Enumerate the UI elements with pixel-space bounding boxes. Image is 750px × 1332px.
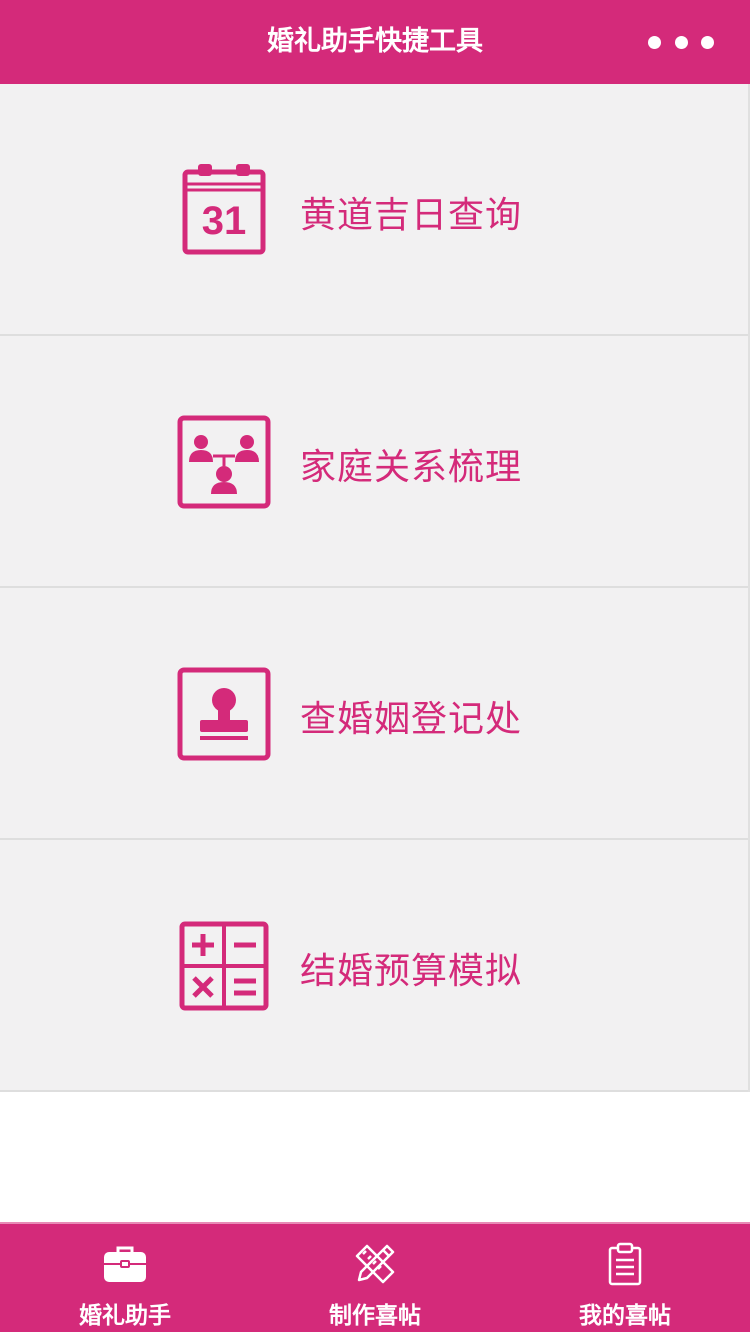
- more-menu-button[interactable]: [648, 34, 714, 50]
- more-dot-icon: [674, 35, 688, 49]
- tab-make-invitation[interactable]: 制作喜帖: [250, 1224, 500, 1332]
- bottom-tab-bar: 婚礼助手 制作喜帖 我的喜帖: [0, 1222, 750, 1332]
- tab-wedding-assistant[interactable]: 婚礼助手: [0, 1224, 250, 1332]
- menu-item-marriage-registry[interactable]: 查婚姻登记处: [0, 588, 748, 840]
- menu-item-wedding-budget[interactable]: 结婚预算模拟: [0, 840, 748, 1092]
- family-tree-icon: [177, 415, 271, 509]
- calculator-icon: [179, 921, 269, 1011]
- tab-label: 婚礼助手: [79, 1303, 171, 1329]
- calendar-day-number: 31: [202, 199, 247, 243]
- tab-label: 制作喜帖: [329, 1303, 421, 1329]
- title-bar: 婚礼助手快捷工具: [0, 0, 750, 84]
- page-title: 婚礼助手快捷工具: [267, 26, 483, 57]
- menu-item-label: 黄道吉日查询: [300, 195, 523, 236]
- tool-menu: 31 黄道吉日查询 家庭关系梳理 查婚姻登记处 结婚预算模拟: [0, 84, 750, 1092]
- stamp-icon: [177, 667, 271, 761]
- tab-label: 我的喜帖: [579, 1303, 671, 1329]
- briefcase-icon: [104, 1246, 146, 1282]
- menu-item-label: 结婚预算模拟: [300, 951, 523, 992]
- menu-item-label: 家庭关系梳理: [300, 447, 523, 488]
- calendar-icon: 31: [182, 164, 266, 255]
- clipboard-icon: [608, 1242, 642, 1286]
- tab-my-invitations[interactable]: 我的喜帖: [500, 1224, 750, 1332]
- more-dot-icon: [648, 35, 661, 49]
- menu-item-family-relations[interactable]: 家庭关系梳理: [0, 336, 748, 588]
- menu-item-auspicious-date[interactable]: 31 黄道吉日查询: [0, 84, 748, 336]
- menu-item-label: 查婚姻登记处: [300, 699, 523, 740]
- more-dot-icon: [701, 35, 714, 49]
- pencil-ruler-icon: [355, 1244, 395, 1284]
